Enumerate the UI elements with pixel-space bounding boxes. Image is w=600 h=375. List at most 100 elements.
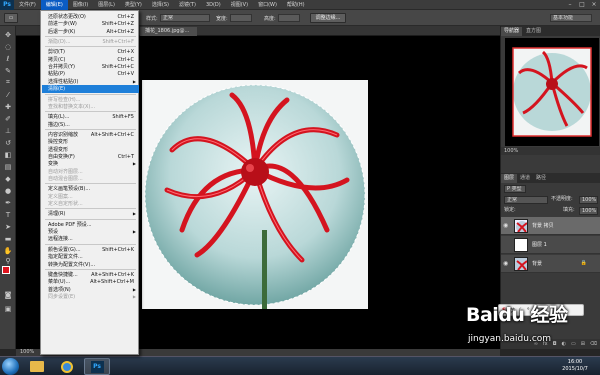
edit-menu-item-shortcut: Shift+Ctrl+F [102,39,134,46]
document-tab[interactable]: 捕花_1806.jpg@... [140,27,198,36]
crop-tool-icon[interactable]: ⌗ [3,78,13,87]
dodge-tool-icon[interactable]: ● [3,186,13,195]
watermark-url: jingyan.baidu.com [468,334,552,344]
close-icon[interactable]: × [588,0,600,10]
edit-menu-dropdown: 还原状态更改(O) Ctrl+Z 前进一步(W) Shift+Ctrl+Z 后退一步(K… [40,10,139,355]
menu-1[interactable]: 编辑(E) [40,0,68,10]
eyedropper-tool-icon[interactable]: ⁄ [3,90,13,99]
history-brush-tool-icon[interactable]: ↺ [3,138,13,147]
layer-thumbnail [514,257,528,271]
menu-separator [45,36,136,38]
submenu-arrow-icon: ▶ [132,211,136,217]
menu-separator [45,111,136,113]
flower-image[interactable] [142,80,368,309]
marquee-preset-icon[interactable]: ▭ [4,13,18,23]
menu-5[interactable]: 选择(S) [147,0,174,10]
minimize-icon[interactable]: – [564,0,576,10]
style-label: 样式: [146,16,158,22]
browser-taskbar-icon[interactable] [54,358,80,375]
edit-menu-item[interactable]: 渐隐(D)... Shift+Ctrl+F [42,38,139,46]
layer-row[interactable]: ◉ 背景 🔒 [501,255,600,273]
edit-menu-item-label: 渐隐(D)... [48,39,71,46]
eye-icon[interactable]: ◉ [503,222,508,229]
menu-0[interactable]: 文件(F) [14,0,41,10]
navigator-zoom[interactable]: 100% [501,147,600,155]
healing-brush-tool-icon[interactable]: ✚ [3,102,13,111]
explorer-taskbar-icon[interactable] [24,358,50,375]
layer-row[interactable]: ◉ 背景 拷贝 [501,217,600,235]
width-label: 宽度: [216,16,228,22]
fill-field[interactable]: 100% [579,207,598,215]
width-field[interactable] [230,14,252,22]
menu-separator [45,268,136,270]
shape-tool-icon[interactable]: ▬ [3,234,13,243]
hand-tool-icon[interactable]: ✋ [3,246,13,255]
screen-mode-icon[interactable]: ▣ [3,304,13,313]
layer-row[interactable]: 图层 1 [501,236,600,254]
edit-menu-item-label: 描边(S)... [48,121,70,128]
edit-menu-item-label: 颜色设置(G)... [48,246,81,253]
edit-menu-item[interactable]: 查找和替换文本(X)... [42,103,139,111]
type-tool-icon[interactable]: T [3,210,13,219]
pen-tool-icon[interactable]: ✒ [3,198,13,207]
foreground-color-swatch[interactable] [2,266,10,274]
gradient-tool-icon[interactable]: ▤ [3,162,13,171]
menu-4[interactable]: 类型(Y) [120,0,147,10]
menu-2[interactable]: 图像(I) [68,0,93,10]
eye-icon[interactable]: ◉ [503,260,508,267]
blur-tool-icon[interactable]: ◆ [3,174,13,183]
move-tool-icon[interactable]: ✥ [3,30,13,39]
edit-menu-item-label: 清理(R) [48,211,66,218]
menu-9[interactable]: 窗口(W) [253,0,282,10]
layer-kind-filter[interactable]: P 类型 [504,185,526,193]
edit-menu-item[interactable]: 清除(E) [42,85,139,94]
tab-paths[interactable]: 路径 [533,174,549,183]
menu-7[interactable]: 3D(D) [201,0,226,10]
lasso-tool-icon[interactable]: ℓ [3,54,13,63]
tab-histogram[interactable]: 直方图 [523,27,544,36]
edit-menu-item[interactable]: 清理(R) ▶ [42,210,139,218]
menu-separator [45,208,136,210]
quick-mask-icon[interactable]: ◙ [3,290,13,299]
edit-menu-item[interactable]: 定义自定形状... [42,200,139,208]
restore-icon[interactable]: □ [576,0,588,10]
navigator-thumbnail[interactable] [505,38,599,146]
tab-channels[interactable]: 通道 [517,174,533,183]
edit-menu-item-label: 清除(E) [48,86,66,93]
menu-10[interactable]: 帮助(H) [282,0,310,10]
eraser-tool-icon[interactable]: ◧ [3,150,13,159]
height-label: 高度: [264,16,276,22]
zoom-tool-icon[interactable]: ⚲ [3,256,13,265]
edit-menu-item[interactable]: 后退一步(K) Alt+Ctrl+Z [42,28,139,36]
edit-menu-item-label: 预设 [48,229,59,236]
edit-menu-item[interactable]: 描边(S)... [42,121,139,129]
edit-menu-item-label: 前进一步(W) [48,21,77,28]
quick-select-tool-icon[interactable]: ✎ [3,66,13,75]
edit-menu-item[interactable]: 同步设置(E) ▶ [42,293,139,301]
blend-mode-select[interactable]: 正常 [504,196,548,204]
start-button[interactable] [2,358,19,375]
clone-stamp-tool-icon[interactable]: ⊥ [3,126,13,135]
menu-6[interactable]: 滤镜(T) [174,0,201,10]
edit-menu-item[interactable]: 自动混合图层... [42,175,139,183]
photoshop-taskbar-icon[interactable]: Ps [84,358,110,375]
watermark: Baidu 经验 jingyan.baidu.com [466,300,600,356]
edit-menu-item[interactable]: 远程连接... [42,235,139,243]
height-field[interactable] [278,14,300,22]
menu-8[interactable]: 视图(V) [226,0,253,10]
tab-layers[interactable]: 图层 [501,174,518,183]
refine-edge-button[interactable]: 调整边缘... [310,13,346,23]
opacity-field[interactable]: 100% [579,196,598,204]
tab-navigator[interactable]: 导航器 [501,27,523,36]
opacity-label: 不透明度: [551,196,573,202]
brush-tool-icon[interactable]: ✐ [3,114,13,123]
menu-3[interactable]: 图层(L) [93,0,120,10]
style-select[interactable]: 正常 [160,14,210,22]
path-selection-tool-icon[interactable]: ➤ [3,222,13,231]
workspace-select[interactable]: 基本功能 [550,14,592,22]
system-clock[interactable]: 16:00 2015/10/7 [552,359,598,373]
edit-menu-item[interactable]: 转换为配置文件(V)... [42,261,139,269]
edit-menu-item-label: 透视变形 [48,146,69,153]
fill-label: 填充: [563,207,575,213]
marquee-tool-icon[interactable]: ◌ [3,42,13,51]
